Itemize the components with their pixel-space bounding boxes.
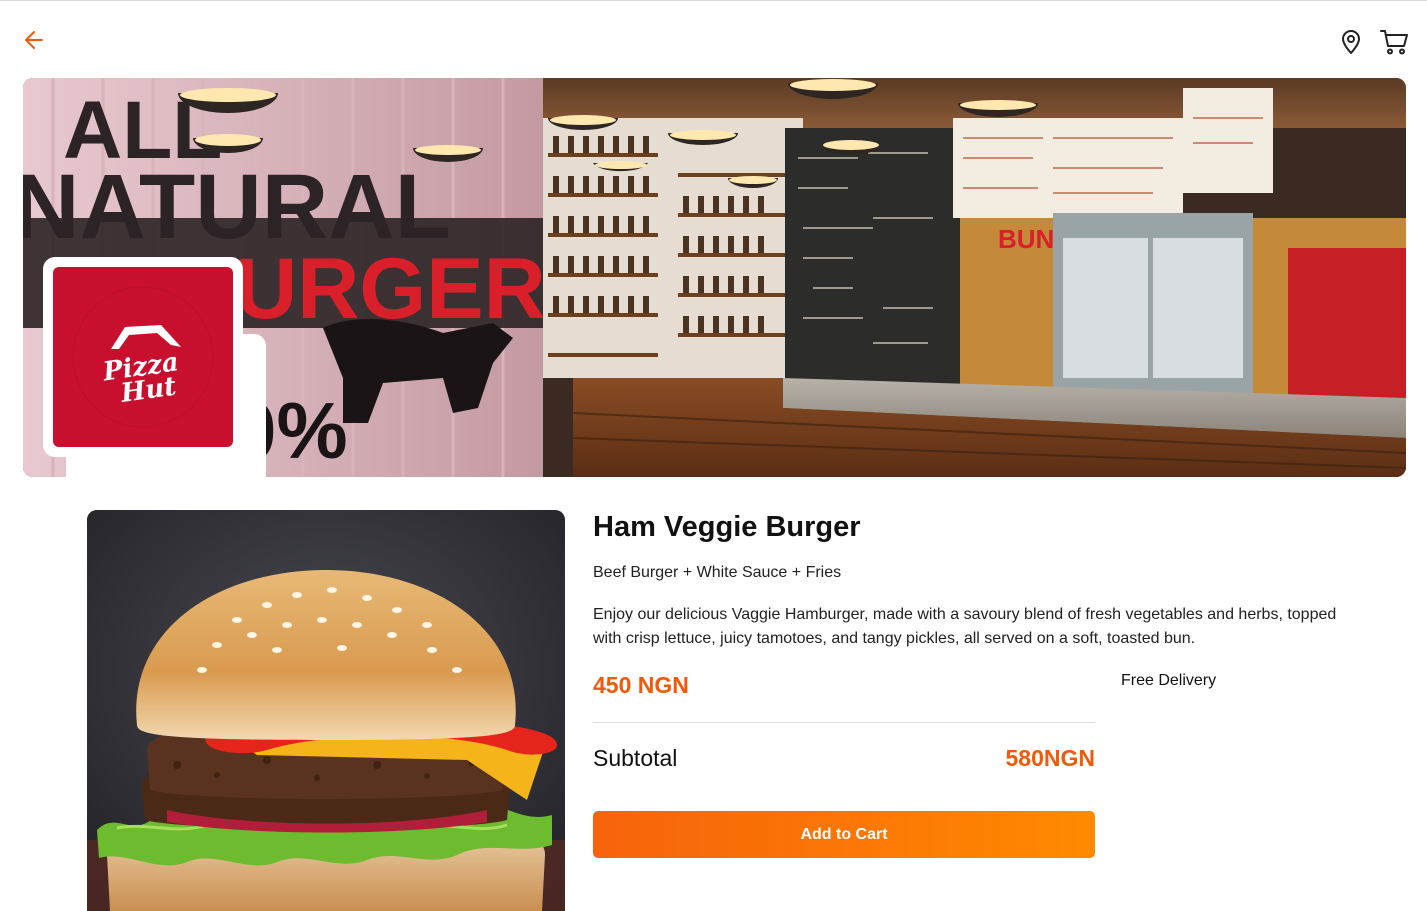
product-title: Ham Veggie Burger xyxy=(593,511,861,543)
shopping-cart-icon xyxy=(1380,30,1408,55)
product-description: Enjoy our delicious Vaggie Hamburger, ma… xyxy=(593,606,1337,647)
pizza-hut-logo: Pizza Hut xyxy=(53,267,233,447)
location-button[interactable] xyxy=(1338,29,1364,55)
logo-text-hut: Hut xyxy=(118,371,178,409)
add-to-cart-button[interactable]: Add to Cart xyxy=(593,811,1095,858)
top-bar xyxy=(0,1,1427,77)
arrow-left-icon xyxy=(25,31,43,49)
subtotal-value: 580NGN xyxy=(1005,745,1095,771)
product-image xyxy=(87,510,565,911)
map-pin-icon xyxy=(1342,30,1360,54)
back-button[interactable] xyxy=(22,27,48,53)
product-subtitle: Beef Burger + White Sauce + Fries xyxy=(593,564,842,581)
cart-button[interactable] xyxy=(1379,28,1409,56)
delivery-info: Free Delivery xyxy=(1121,672,1217,689)
subtotal-label: Subtotal xyxy=(593,745,678,771)
veggie-burger-photo xyxy=(87,510,565,911)
divider xyxy=(593,722,1095,723)
restaurant-logo: Pizza Hut xyxy=(43,257,243,457)
product-price: 450 NGN xyxy=(593,672,689,698)
